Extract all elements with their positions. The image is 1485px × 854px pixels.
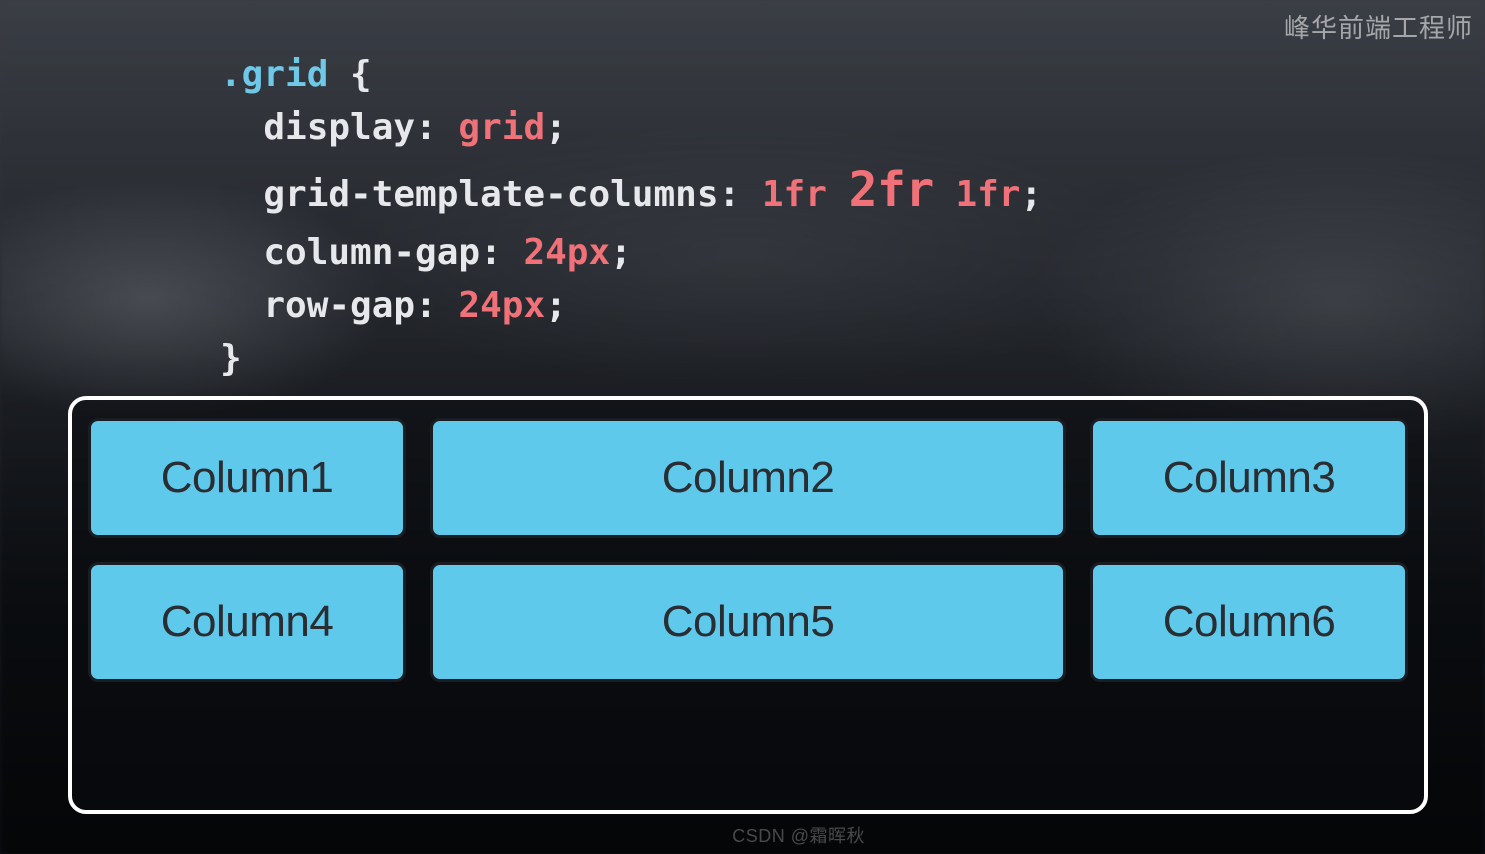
code-selector: .grid: [220, 54, 328, 95]
grid-container: Column1 Column2 Column3 Column4 Column5 …: [68, 396, 1428, 814]
code-prop-rowgap: row-gap: [263, 285, 415, 326]
code-prop-colgap: column-gap: [263, 232, 480, 273]
code-block: .grid { display: grid; grid-template-col…: [220, 48, 1042, 385]
code-value-columns-1: 1fr: [762, 174, 849, 215]
code-line-columns: grid-template-columns: 1fr 2fr 1fr;: [220, 155, 1042, 226]
code-close-brace: }: [220, 338, 242, 379]
code-prop-columns: grid-template-columns: [263, 174, 718, 215]
grid-cell-6: Column6: [1090, 562, 1408, 682]
code-line-rowgap: row-gap: 24px;: [220, 279, 1042, 332]
grid-cell-5: Column5: [430, 562, 1066, 682]
code-line-selector: .grid {: [220, 48, 1042, 101]
code-value-display: grid: [458, 107, 545, 148]
code-value-colgap: 24px: [523, 232, 610, 273]
grid-demo: Column1 Column2 Column3 Column4 Column5 …: [88, 418, 1408, 682]
code-line-colgap: column-gap: 24px;: [220, 226, 1042, 279]
code-line-close: }: [220, 332, 1042, 385]
code-line-display: display: grid;: [220, 101, 1042, 154]
watermark-bottom: CSDN @霜晖秋: [732, 822, 865, 848]
watermark-top: 峰华前端工程师: [1284, 8, 1473, 45]
code-value-rowgap: 24px: [458, 285, 545, 326]
grid-cell-2: Column2: [430, 418, 1066, 538]
grid-cell-1: Column1: [88, 418, 406, 538]
code-value-columns-3: 1fr: [934, 174, 1021, 215]
code-open-brace: {: [328, 54, 371, 95]
grid-cell-4: Column4: [88, 562, 406, 682]
code-value-columns-2: 2fr: [849, 162, 934, 218]
grid-cell-3: Column3: [1090, 418, 1408, 538]
code-prop-display: display: [263, 107, 415, 148]
